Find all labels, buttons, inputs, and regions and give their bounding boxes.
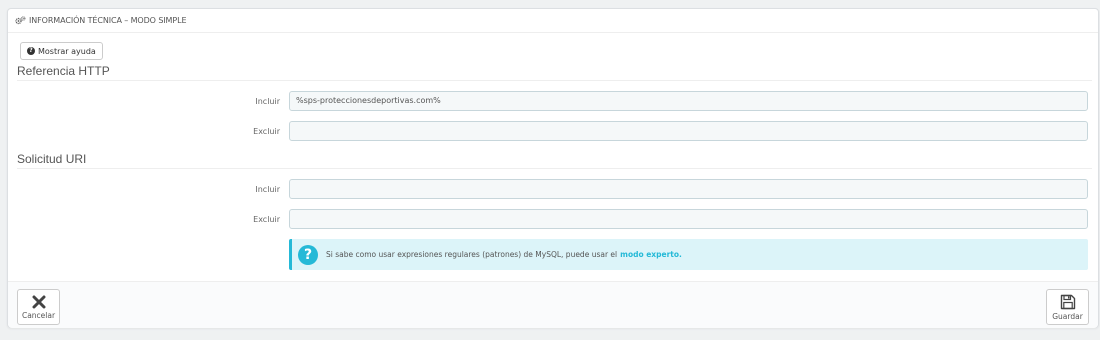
cancel-button[interactable]: Cancelar (17, 289, 60, 325)
show-help-label: Mostrar ayuda (38, 46, 96, 56)
panel-footer: Cancelar Guardar (8, 281, 1098, 328)
http-exclude-label: Excluir (253, 127, 280, 136)
show-help-button[interactable]: ? Mostrar ayuda (20, 42, 103, 60)
cogs-icon (15, 16, 26, 25)
expert-mode-link[interactable]: modo experto. (620, 250, 682, 259)
panel-heading: Información técnica – Modo simple (8, 9, 1098, 33)
cancel-label: Cancelar (21, 310, 56, 320)
panel-title: Información técnica – Modo simple (29, 16, 187, 25)
section-title-request-uri: Solicitud URI (17, 152, 1092, 169)
uri-include-label: Incluir (255, 185, 280, 194)
save-icon (1060, 294, 1075, 309)
http-include-label: Incluir (255, 97, 280, 106)
technical-info-panel: Información técnica – Modo simple ? Most… (7, 8, 1099, 328)
uri-include-input[interactable] (289, 179, 1088, 199)
info-alert: ? Si sabe como usar expresiones regulare… (289, 239, 1088, 270)
section-title-http-referer: Referencia HTTP (17, 64, 1092, 81)
save-button[interactable]: Guardar (1046, 289, 1089, 325)
question-icon: ? (298, 244, 318, 265)
http-include-input[interactable]: %sps-proteccionesdeportivas.com% (289, 91, 1088, 111)
http-exclude-input[interactable] (289, 121, 1088, 141)
save-label: Guardar (1052, 311, 1083, 321)
uri-exclude-input[interactable] (289, 209, 1088, 229)
close-icon (32, 295, 45, 308)
uri-exclude-label: Excluir (253, 215, 280, 224)
question-circle-icon: ? (27, 47, 35, 55)
info-text: Si sabe como usar expresiones regulares … (326, 250, 618, 259)
